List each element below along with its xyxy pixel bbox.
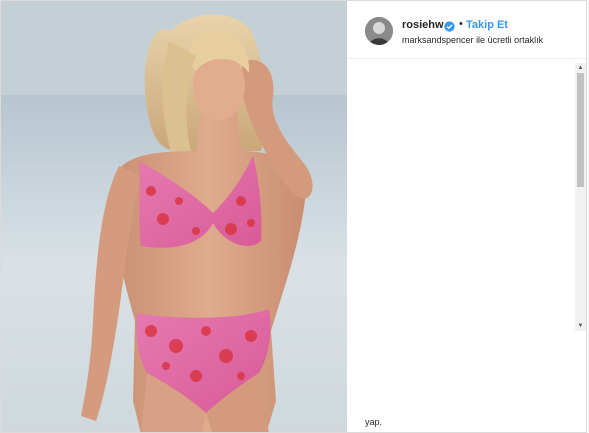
avatar[interactable]: [365, 17, 393, 45]
woman-in-pink-bikini-photo: [1, 1, 347, 432]
separator-dot: •: [459, 18, 463, 30]
chevron-down-icon[interactable]: ▼: [575, 321, 586, 331]
paid-partnership-line: marksandspencer ile ücretli ortaklık: [402, 35, 543, 45]
chevron-up-icon[interactable]: ▲: [575, 63, 586, 73]
instagram-post: rosiehw • Takip Et marksandspencer ile ü…: [0, 0, 587, 433]
partner-brand-link[interactable]: marksandspencer: [402, 35, 474, 45]
post-sidebar: rosiehw • Takip Et marksandspencer ile ü…: [347, 1, 586, 432]
verified-badge-icon: [444, 19, 455, 32]
username-link[interactable]: rosiehw: [402, 19, 444, 31]
scrollbar-thumb[interactable]: [577, 73, 584, 187]
follow-button[interactable]: Takip Et: [466, 19, 508, 31]
post-header: rosiehw • Takip Et marksandspencer ile ü…: [347, 1, 586, 59]
avatar-image: [365, 17, 393, 45]
comments-scrollbar[interactable]: ▲ ▼: [575, 63, 586, 331]
caption-text: yap.: [365, 417, 383, 427]
partnership-label: ile ücretli ortaklık: [476, 35, 544, 45]
post-photo[interactable]: [1, 1, 347, 432]
